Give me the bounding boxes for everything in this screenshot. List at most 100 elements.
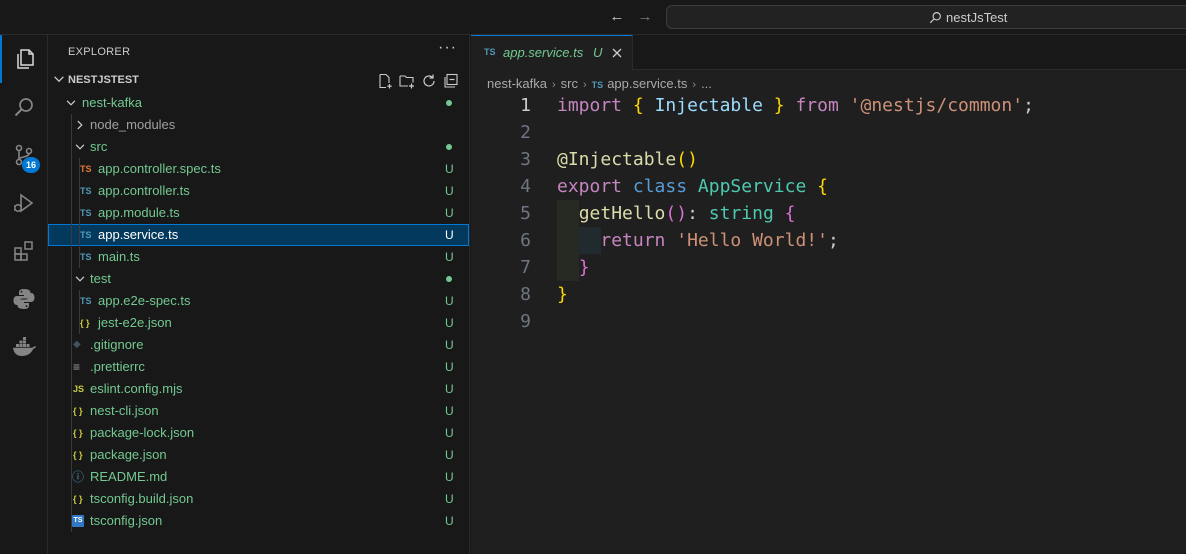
workspace-section-header[interactable]: NESTJSTEST — [48, 69, 469, 91]
code-token: class — [632, 176, 688, 197]
breadcrumb-file[interactable]: app.service.ts — [607, 76, 687, 91]
code-line[interactable]: 5 getHello(): string { — [471, 200, 1186, 227]
code-token: { — [632, 95, 644, 116]
tree-file-readme[interactable]: ⓘ README.md U — [48, 466, 469, 488]
new-folder-icon[interactable] — [398, 72, 416, 90]
code-token: string — [708, 203, 774, 224]
tree-item-label: test — [90, 271, 111, 286]
activity-explorer[interactable] — [0, 35, 48, 83]
tree-file-prettierrc[interactable]: ≡ .prettierrc U — [48, 356, 469, 378]
code-line[interactable]: 6 return 'Hello World!'; — [471, 227, 1186, 254]
tree-file-gitignore[interactable]: ◆ .gitignore U — [48, 334, 469, 356]
tree-item-label: package-lock.json — [90, 425, 195, 440]
indent-guide — [71, 334, 72, 356]
code-token: ( — [665, 203, 677, 224]
tree-file-tsconfig[interactable]: TS tsconfig.json U — [48, 510, 469, 532]
indent-guide — [71, 400, 72, 422]
code-token: Injectable — [654, 95, 763, 116]
code-token: return — [600, 230, 666, 251]
untracked-status: U — [445, 470, 454, 484]
tree-file-app-module[interactable]: TS app.module.ts U — [48, 202, 469, 224]
collapse-all-icon[interactable] — [442, 72, 460, 90]
line-number: 6 — [520, 230, 531, 251]
tree-file-nest-cli[interactable]: { } nest-cli.json U — [48, 400, 469, 422]
code-line[interactable]: 3 @Injectable() — [471, 146, 1186, 173]
tab-app-service[interactable]: TS app.service.ts U — [471, 35, 633, 70]
tree-file-main[interactable]: TS main.ts U — [48, 246, 469, 268]
untracked-status: U — [445, 360, 454, 374]
code-text: } — [557, 281, 568, 308]
line-number: 5 — [520, 203, 531, 224]
untracked-status: U — [445, 184, 454, 198]
code-text: import { Injectable } from '@nestjs/comm… — [557, 92, 1034, 119]
activity-source-control[interactable]: 16 — [0, 131, 48, 179]
tree-file-app-controller[interactable]: TS app.controller.ts U — [48, 180, 469, 202]
breadcrumb-folder[interactable]: src — [561, 76, 578, 91]
tree-item-label: app.controller.spec.ts — [98, 161, 221, 176]
json-file-icon: { } — [80, 318, 90, 328]
code-token: ) — [676, 203, 688, 224]
activity-docker[interactable] — [0, 323, 48, 371]
breadcrumb-root[interactable]: nest-kafka — [487, 76, 547, 91]
tree-file-app-e2e-spec[interactable]: TS app.e2e-spec.ts U — [48, 290, 469, 312]
tree-folder-src[interactable]: src — [48, 136, 469, 158]
activity-run-debug[interactable] — [0, 179, 48, 227]
code-token: ( — [676, 149, 688, 170]
run-debug-icon — [14, 193, 34, 213]
activity-python[interactable] — [0, 275, 48, 323]
code-token: : — [687, 203, 709, 224]
line-number: 4 — [520, 176, 531, 197]
indent-guide — [71, 378, 72, 400]
tree-item-label: nest-kafka — [82, 95, 142, 110]
code-token: } — [773, 95, 785, 116]
tree-item-label: package.json — [90, 447, 167, 462]
activity-extensions[interactable] — [0, 227, 48, 275]
arrow-right-icon[interactable]: → — [636, 8, 654, 26]
tree-file-jest-e2e[interactable]: { } jest-e2e.json U — [48, 312, 469, 334]
tree-file-eslint-config[interactable]: JS eslint.config.mjs U — [48, 378, 469, 400]
json-file-icon: { } — [73, 450, 83, 460]
typescript-file-icon: TS — [484, 47, 496, 57]
tree-file-package-lock[interactable]: { } package-lock.json U — [48, 422, 469, 444]
python-icon — [13, 289, 35, 309]
tree-file-app-service[interactable]: TS app.service.ts U — [48, 224, 469, 246]
code-line[interactable]: 7 } — [471, 254, 1186, 281]
untracked-status: U — [445, 514, 454, 528]
code-editor[interactable]: 1 import { Injectable } from '@nestjs/com… — [471, 92, 1186, 335]
tab-status: U — [593, 45, 603, 60]
tree-folder-test[interactable]: test — [48, 268, 469, 290]
code-token: 'Hello World!' — [676, 230, 828, 251]
close-icon[interactable] — [609, 45, 625, 61]
code-token: ; — [827, 230, 839, 251]
activity-search[interactable] — [0, 83, 48, 131]
refresh-icon[interactable] — [420, 72, 438, 90]
indent-guide — [71, 312, 72, 334]
docker-icon — [13, 337, 36, 356]
new-file-icon[interactable] — [376, 72, 394, 90]
arrow-left-icon[interactable]: ← — [608, 8, 626, 26]
tree-file-tsconfig-build[interactable]: { } tsconfig.build.json U — [48, 488, 469, 510]
command-center-search[interactable]: nestJsTest — [666, 5, 1186, 29]
tree-item-label: README.md — [90, 469, 168, 484]
tree-folder-node-modules[interactable]: node_modules — [48, 114, 469, 136]
breadcrumb-symbol[interactable]: ... — [701, 76, 712, 91]
json-file-icon: { } — [73, 406, 83, 416]
code-line[interactable]: 4 export class AppService { — [471, 173, 1186, 200]
more-actions-icon[interactable]: ··· — [438, 39, 457, 57]
code-line[interactable]: 2 — [471, 119, 1186, 146]
tree-file-package-json[interactable]: { } package.json U — [48, 444, 469, 466]
file-tree: nest-kafka node_modules src TS app.contr… — [48, 92, 469, 532]
chevron-right-icon — [77, 120, 83, 130]
source-control-badge: 16 — [22, 157, 40, 173]
tree-folder-nest-kafka[interactable]: nest-kafka — [48, 92, 469, 114]
code-line[interactable]: 8} — [471, 281, 1186, 308]
code-line[interactable]: 9 — [471, 308, 1186, 335]
untracked-status: U — [445, 228, 454, 242]
editor-area: TS app.service.ts U nest-kafka › src › TS app… — [471, 35, 1186, 554]
tree-file-app-controller-spec[interactable]: TS app.controller.spec.ts U — [48, 158, 469, 180]
indent-guide — [71, 268, 72, 290]
code-line[interactable]: 1 import { Injectable } from '@nestjs/com… — [471, 92, 1186, 119]
chevron-down-icon — [75, 276, 85, 282]
